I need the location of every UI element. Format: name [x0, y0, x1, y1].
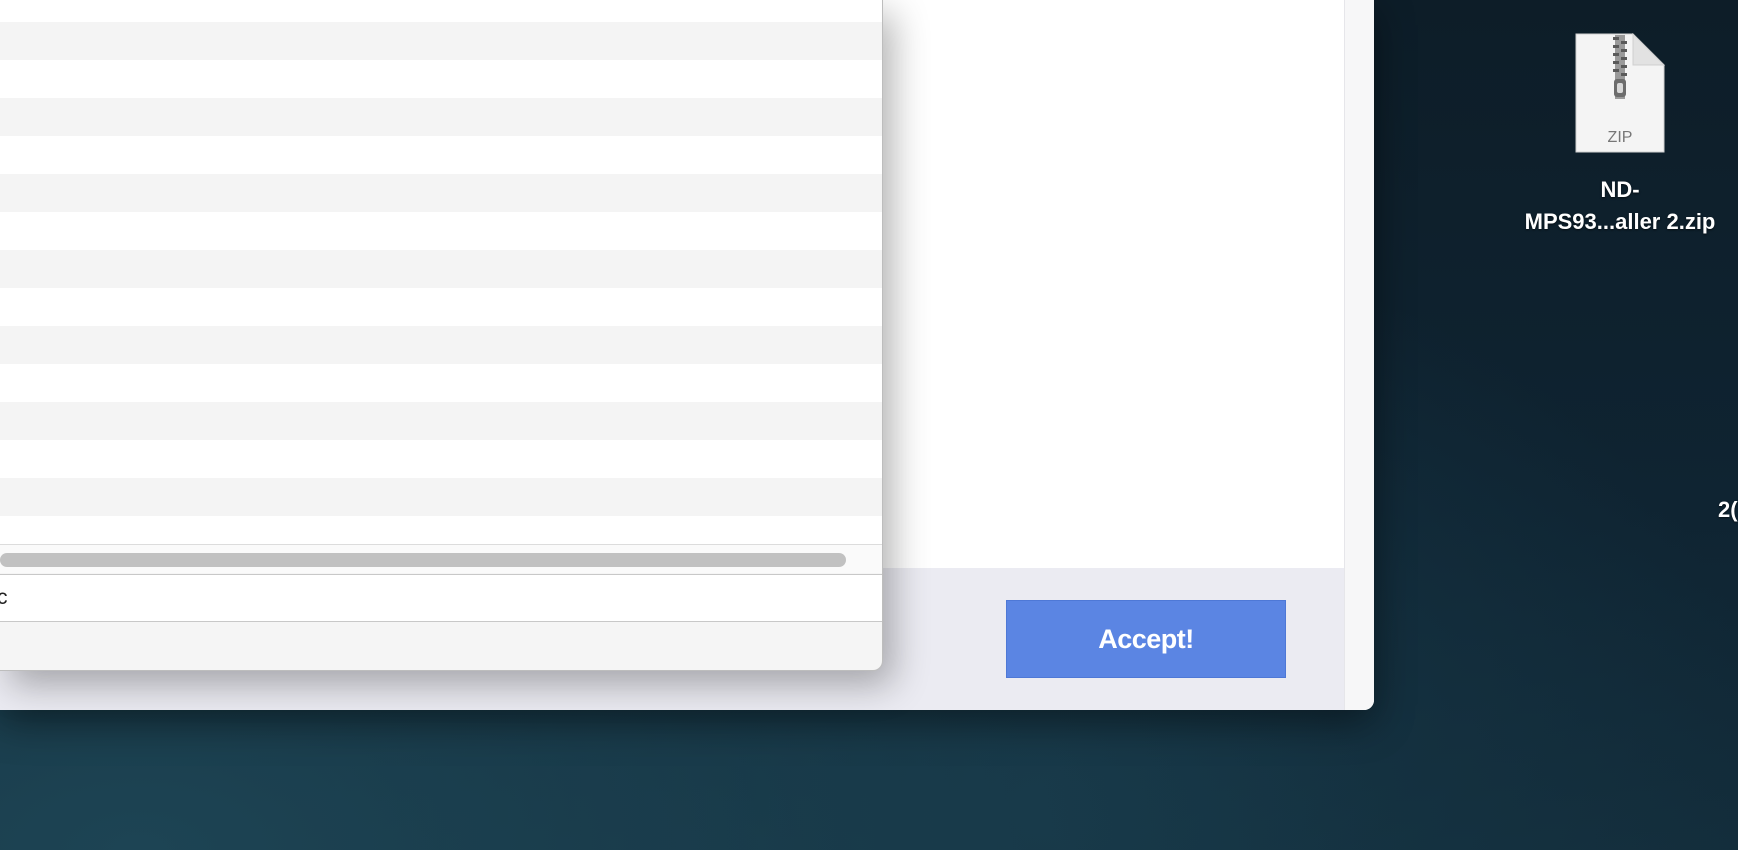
list-row[interactable] [0, 288, 882, 326]
zip-file-label-line2: MPS93...aller 2.zip [1524, 209, 1716, 234]
list-row[interactable] [0, 98, 882, 136]
page-scroll-gutter [1344, 0, 1374, 710]
file-list[interactable] [0, 0, 882, 544]
scrollbar-thumb[interactable] [0, 553, 846, 567]
file-dialog: c [0, 0, 883, 671]
zip-file-label[interactable]: ND- MPS93...aller 2.zip [1490, 174, 1738, 238]
list-row[interactable] [0, 136, 882, 174]
list-row[interactable] [0, 250, 882, 288]
path-field-text: c [0, 586, 8, 610]
horizontal-scrollbar[interactable] [0, 545, 882, 573]
list-row[interactable] [0, 0, 882, 22]
desktop-item-label-partial[interactable]: 2( [1718, 496, 1738, 524]
list-row[interactable] [0, 326, 882, 364]
list-row[interactable] [0, 478, 882, 516]
list-row[interactable] [0, 174, 882, 212]
zip-file-label-line1: ND- [1600, 177, 1640, 202]
list-row[interactable] [0, 364, 882, 402]
accept-button[interactable]: Accept! [1006, 600, 1286, 678]
zip-icon-text: ZIP [1607, 129, 1633, 146]
list-row[interactable] [0, 60, 882, 98]
list-row[interactable] [0, 402, 882, 440]
list-row[interactable] [0, 212, 882, 250]
path-field[interactable]: c [0, 574, 882, 622]
desktop: Accept! c [0, 0, 1738, 850]
list-row[interactable] [0, 22, 882, 60]
zip-file-icon[interactable]: ZIP [1575, 33, 1665, 153]
list-row[interactable] [0, 440, 882, 478]
